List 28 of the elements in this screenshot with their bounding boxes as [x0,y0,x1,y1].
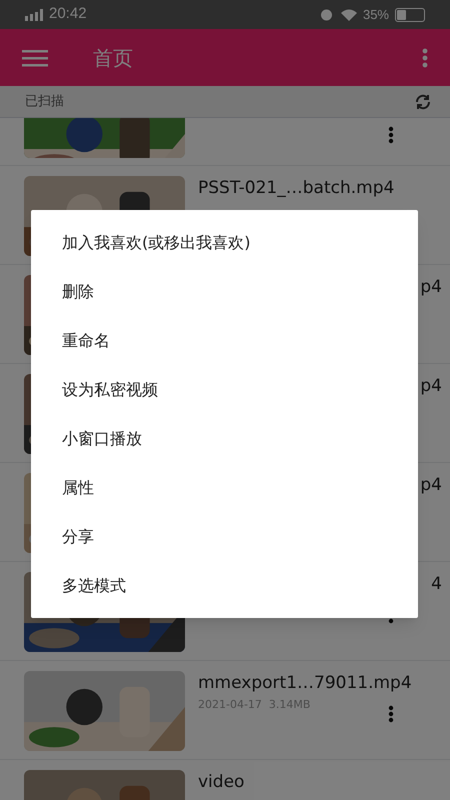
battery-icon [395,8,425,22]
menu-item[interactable]: 分享 [31,512,418,561]
menu-item[interactable]: 设为私密视频 [31,365,418,414]
video-title: mmexport1…79011.mp4 [198,672,412,695]
menu-icon[interactable] [22,48,48,66]
video-title: video [198,771,244,794]
clock: 20:42 [49,4,87,24]
app-title: 首页 [93,44,133,72]
signal-icon [25,8,43,20]
menu-item[interactable]: 重命名 [31,316,418,365]
more-icon[interactable] [388,126,394,144]
menu-item[interactable]: 小窗口播放 [31,414,418,463]
battery-percent: 35% [362,6,389,24]
video-title: p4 [420,474,442,497]
menu-item[interactable]: 属性 [31,463,418,512]
video-title: p4 [420,375,442,398]
menu-item[interactable]: 多选模式 [31,561,418,610]
more-icon[interactable] [388,705,394,723]
menu-item[interactable]: 删除 [31,267,418,316]
video-title: 4 [431,573,442,596]
refresh-icon[interactable] [414,92,432,110]
video-title: PSST-021_…batch.mp4 [198,177,394,200]
video-title: p4 [420,276,442,299]
scan-status: 已扫描 [25,92,64,111]
menu-item[interactable]: 加入我喜欢(或移出我喜欢) [31,218,418,267]
alarm-icon [320,8,333,21]
more-icon[interactable] [422,48,428,68]
wifi-icon [340,8,357,20]
